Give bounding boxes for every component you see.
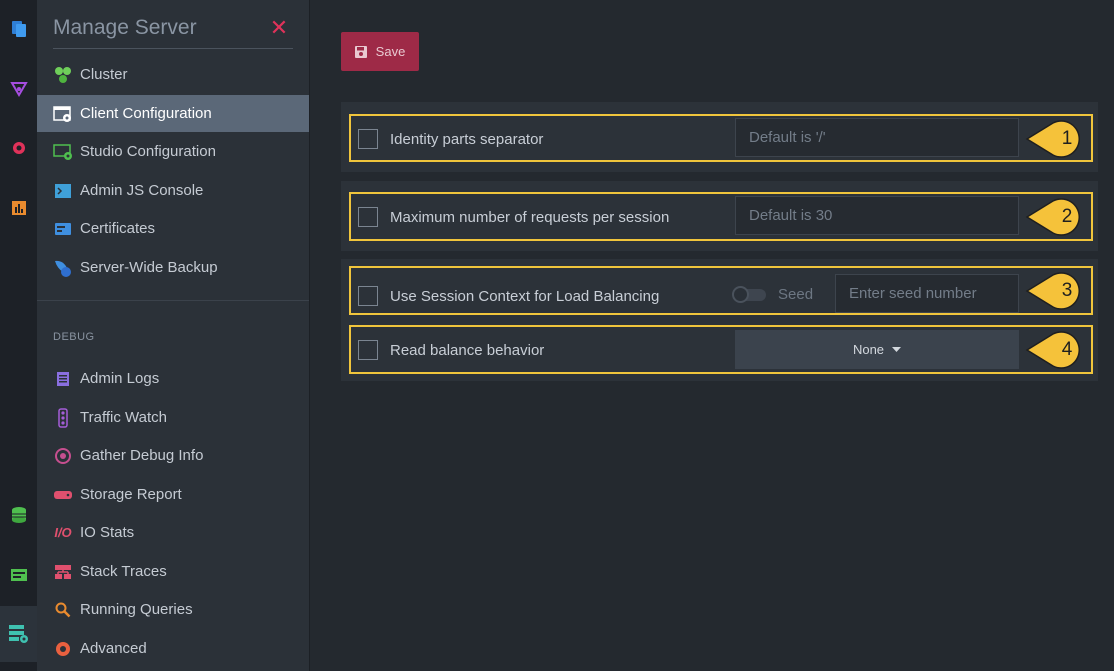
traffic-light-icon [53,407,73,428]
cluster-icon [53,65,73,85]
backup-icon [53,258,73,278]
menu-item-label: Server-Wide Backup [80,259,218,276]
max-requests-row: Maximum number of requests per session D… [349,192,1093,241]
callout-number: 1 [1061,128,1073,149]
identity-parts-label: Identity parts separator [390,131,544,148]
session-context-row: Use Session Context for Load Balancing S… [349,266,1093,315]
menu-item-advanced[interactable]: Advanced [37,630,309,667]
indexes-icon[interactable] [0,70,37,108]
menu-item-label: IO Stats [80,524,135,541]
debug-section-label: DEBUG [53,331,95,343]
stats-icon[interactable] [0,189,37,227]
callout-badge: 4 [1025,330,1089,370]
menu-item-label: Cluster [80,66,128,83]
menu-item-storage-report[interactable]: Storage Report [37,476,309,513]
read-balance-label: Read balance behavior [390,342,545,359]
callout-badge: 3 [1025,271,1089,311]
max-requests-label: Maximum number of requests per session [390,209,670,226]
menu-item-label: Studio Configuration [80,143,216,160]
read-balance-dropdown[interactable]: None [735,330,1019,369]
menu-item-server-wide-backup[interactable]: Server-Wide Backup [37,249,309,286]
menu-item-admin-logs[interactable]: Admin Logs [37,360,309,397]
callout-number: 2 [1061,206,1073,227]
max-requests-checkbox[interactable] [358,207,378,227]
menu-item-running-queries[interactable]: Running Queries [37,591,309,628]
storage-icon [53,485,73,505]
menu-item-label: Gather Debug Info [80,447,204,464]
menu-item-traffic-watch[interactable]: Traffic Watch [37,399,309,436]
menu-item-label: Running Queries [80,601,193,618]
menu-item-label: Certificates [80,220,156,237]
session-context-label: Use Session Context for Load Balancing [390,288,660,305]
read-balance-row: Read balance behavior None [349,325,1093,374]
save-label: Save [375,44,406,59]
menu-item-cluster[interactable]: Cluster [37,56,309,93]
callout-number: 4 [1061,339,1073,360]
server-dashboard-icon[interactable] [0,556,37,594]
callout-number: 3 [1061,280,1073,301]
close-icon[interactable]: ✕ [269,17,289,39]
menu-item-io-stats[interactable]: I/O IO Stats [37,514,309,551]
terminal-icon [53,181,73,201]
io-stats-icon: I/O [54,525,72,540]
max-requests-input[interactable]: Default is 30 [735,196,1019,235]
search-icon [53,600,73,620]
divider [53,48,293,49]
databases-icon[interactable] [0,496,37,534]
debug-info-icon [53,446,73,466]
stack-traces-icon [53,562,73,582]
menu-item-label: Client Configuration [80,105,212,122]
menu-item-stack-traces[interactable]: Stack Traces [37,553,309,590]
menu-item-label: Admin JS Console [80,182,204,199]
menu-item-certificates[interactable]: Certificates [37,210,309,247]
session-context-checkbox[interactable] [358,286,378,306]
menu-item-label: Advanced [80,640,147,657]
seed-label: Seed [778,286,814,303]
menu-item-label: Admin Logs [80,370,160,387]
seed-toggle[interactable] [732,286,766,303]
section-divider [37,300,309,301]
dropdown-value: None [852,342,885,357]
logs-icon [53,369,73,389]
menu-item-label: Traffic Watch [80,409,167,426]
menu-item-client-configuration[interactable]: Client Configuration [37,95,309,132]
callout-badge: 1 [1025,119,1089,159]
save-icon [354,45,367,58]
identity-parts-checkbox[interactable] [358,129,378,149]
icon-rail [0,0,37,671]
documents-icon[interactable] [0,10,37,48]
advanced-gear-icon [53,639,73,659]
seed-number-input[interactable]: Enter seed number [835,274,1019,313]
caret-down-icon [892,347,902,352]
callout-badge: 2 [1025,197,1089,237]
identity-parts-separator-row: Identity parts separator Default is '/' [349,114,1093,162]
read-balance-checkbox[interactable] [358,340,378,360]
manage-server-icon[interactable] [0,606,37,662]
save-button[interactable]: Save [341,32,419,71]
menu-title: Manage Server [53,16,197,39]
menu-item-label: Stack Traces [80,563,167,580]
menu-item-studio-configuration[interactable]: Studio Configuration [37,133,309,170]
settings-gear-icon[interactable] [0,129,37,167]
menu-item-admin-js-console[interactable]: Admin JS Console [37,172,309,209]
certificate-icon [53,219,73,239]
client-configuration-icon [53,104,73,124]
identity-parts-input[interactable]: Default is '/' [735,118,1019,157]
menu-item-label: Storage Report [80,486,182,503]
manage-server-menu: Manage Server ✕ Cluster Client Configura… [37,0,310,671]
studio-configuration-icon [53,142,73,162]
menu-item-gather-debug-info[interactable]: Gather Debug Info [37,437,309,474]
